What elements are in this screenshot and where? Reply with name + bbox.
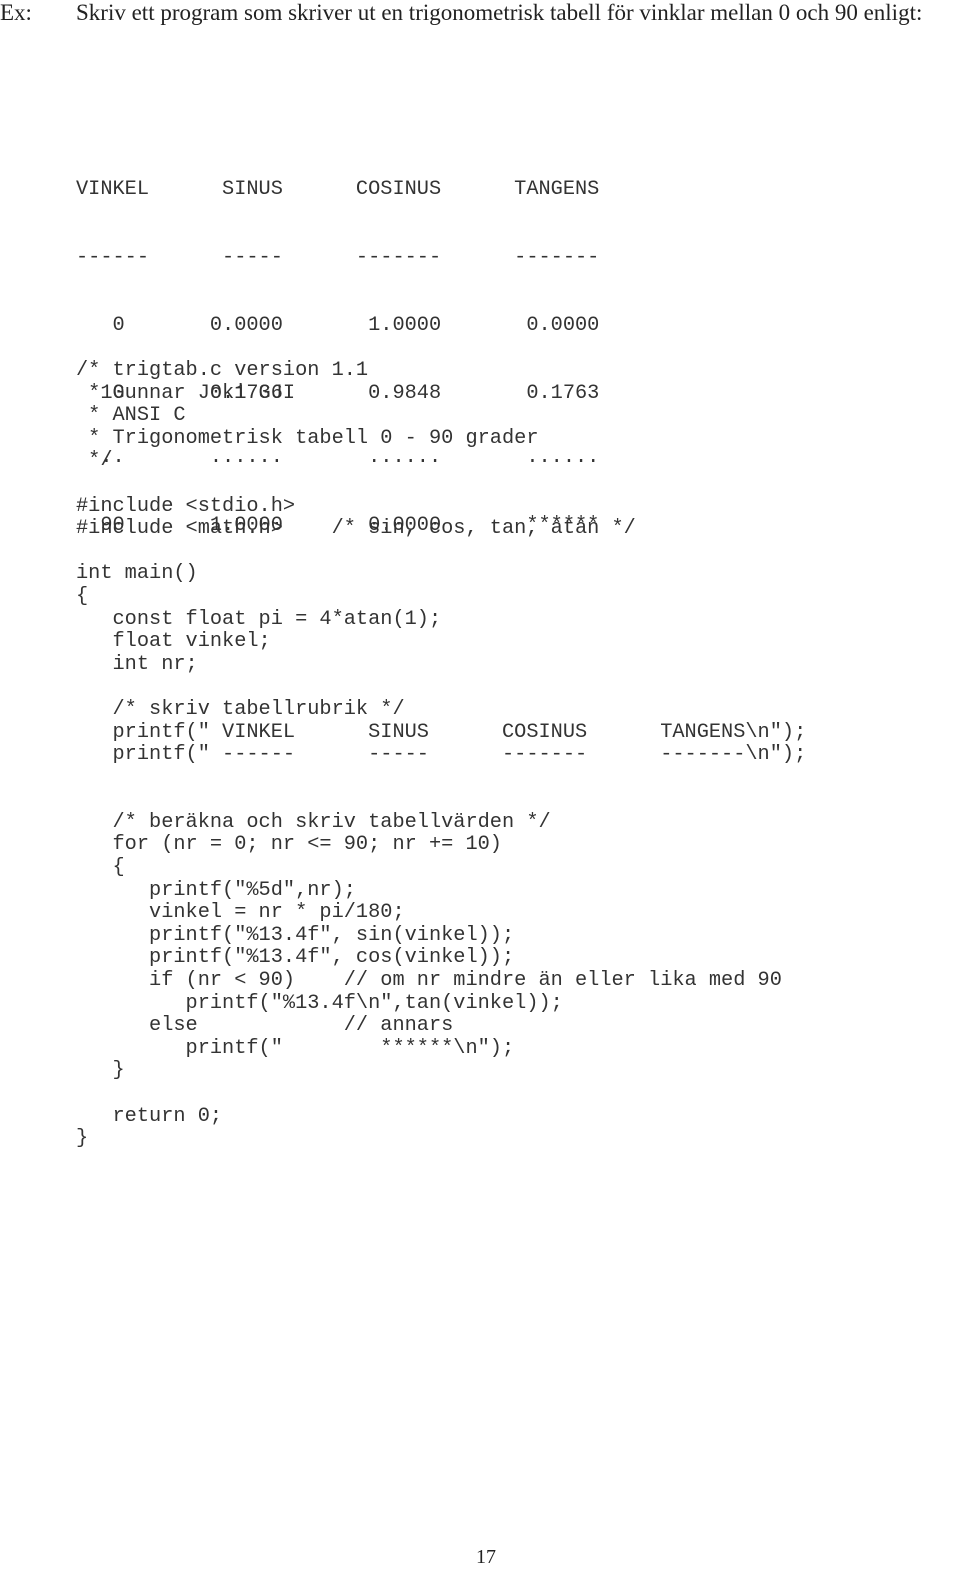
code-line: } bbox=[76, 1059, 125, 1083]
code-line: #include <math.h> /* sin, cos, tan, atan… bbox=[76, 517, 636, 541]
code-line: const float pi = 4*atan(1); bbox=[76, 607, 442, 631]
code-line: * Trigonometrisk tabell 0 - 90 grader bbox=[76, 426, 539, 450]
exercise-text: Skriv ett program som skriver ut en trig… bbox=[76, 0, 923, 25]
code-line: printf(" VINKEL SINUS COSINUS TANGENS\n"… bbox=[76, 720, 807, 744]
table-header-row: VINKEL SINUS COSINUS TANGENS bbox=[76, 178, 600, 202]
code-line: printf("%13.4f", sin(vinkel)); bbox=[76, 923, 515, 947]
page-number: 17 bbox=[476, 1546, 496, 1568]
code-line: printf("%13.4f\n",tan(vinkel)); bbox=[76, 991, 563, 1015]
code-line: * ANSI C bbox=[76, 404, 186, 428]
code-line: { bbox=[76, 856, 125, 880]
code-line: vinkel = nr * pi/180; bbox=[76, 901, 405, 925]
code-line: { bbox=[76, 584, 89, 608]
code-line: printf(" ******\n"); bbox=[76, 1036, 515, 1060]
code-line: #include <stdio.h> bbox=[76, 494, 296, 518]
code-line: for (nr = 0; nr <= 90; nr += 10) bbox=[76, 833, 502, 857]
code-line: * Gunnar Joki GJI bbox=[76, 381, 296, 405]
code-line: /* beräkna och skriv tabellvärden */ bbox=[76, 810, 551, 834]
code-line: else // annars bbox=[76, 1014, 454, 1038]
exercise-label: Ex: bbox=[0, 0, 32, 25]
code-line: /* trigtab.c version 1.1 bbox=[76, 359, 369, 382]
table-row: 0 0.0000 1.0000 0.0000 bbox=[76, 313, 600, 337]
source-code-listing: /* trigtab.c version 1.1 * Gunnar Joki G… bbox=[76, 359, 807, 1151]
code-line: printf("%5d",nr); bbox=[76, 878, 356, 902]
code-line: return 0; bbox=[76, 1104, 223, 1128]
code-line: printf("%13.4f", cos(vinkel)); bbox=[76, 946, 515, 970]
code-line: if (nr < 90) // om nr mindre än eller li… bbox=[76, 969, 782, 993]
code-line: int main() bbox=[76, 562, 198, 586]
code-line: float vinkel; bbox=[76, 630, 271, 654]
code-line: */ bbox=[76, 449, 113, 473]
code-line: } bbox=[76, 1127, 89, 1151]
code-line: printf(" ------ ----- ------- -------\n"… bbox=[76, 743, 807, 767]
table-separator-row: ------ ----- ------- ------- bbox=[76, 245, 600, 269]
code-line: int nr; bbox=[76, 652, 198, 676]
code-line: /* skriv tabellrubrik */ bbox=[76, 697, 405, 721]
